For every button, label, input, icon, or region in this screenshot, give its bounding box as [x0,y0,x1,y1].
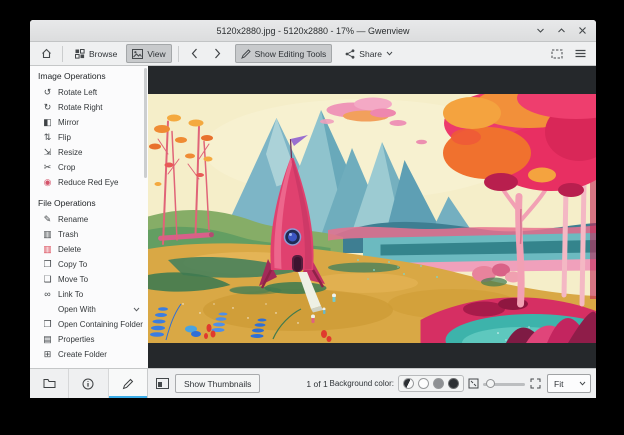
page-indicator: 1 of 1 [306,378,328,389]
image-view-canvas[interactable] [148,66,596,368]
file-operations-title: File Operations [38,198,96,208]
zoom-actual-size-button[interactable] [528,374,542,393]
sidebar-item-copy-to[interactable]: ❐ Copy To [30,257,148,272]
file-operations-list-top: ✎ Rename ▥ Trash ▥ Delete ❐ Copy To ❏ Mo… [30,212,148,302]
tab-operations[interactable] [108,369,147,398]
copy-icon: ❐ [43,259,52,269]
status-controls: Show Thumbnails 1 of 1 Background color: [148,369,596,398]
red-eye-icon: ◉ [43,177,52,187]
sidebar-item-delete[interactable]: ▥ Delete [30,242,148,257]
sidebar-item-flip[interactable]: ⇅ Flip [30,130,148,145]
swatch-white-button[interactable] [418,378,429,389]
home-button[interactable] [36,44,56,63]
info-icon [82,378,94,389]
window-title: 5120x2880.jpg - 5120x2880 - 17% — Gwenvi… [216,25,410,36]
file-operations-list-bottom: ❒ Open Containing Folder ▤ Properties ⊞ … [30,317,148,362]
zoom-mode-dropdown[interactable]: Fit [547,374,591,393]
sidebar-item-rotate-right[interactable]: ↻ Rotate Right [30,100,148,115]
zoom-slider-handle[interactable] [486,379,495,388]
sidebar-scrollbar[interactable] [144,68,147,178]
browse-grid-icon [75,48,85,59]
zoom-actual-icon [530,378,540,389]
background-color-swatches [398,375,464,392]
tab-information[interactable] [69,369,109,398]
thumbnail-bar-icon [155,378,169,389]
chevron-down-icon [579,381,586,386]
sidebar-item-reduce-red-eye[interactable]: ◉ Reduce Red Eye [30,175,148,190]
properties-icon: ▤ [43,334,52,344]
folder-open-icon: ❒ [43,319,52,329]
show-thumbnails-button[interactable]: Show Thumbnails [175,374,261,393]
rotate-left-icon: ↺ [43,87,52,97]
sidebar-item-mirror[interactable]: ◧ Mirror [30,115,148,130]
swatch-auto-button[interactable] [403,378,414,389]
sidebar-item-open-containing-folder[interactable]: ❒ Open Containing Folder [30,317,148,332]
zoom-fit-button[interactable] [466,374,480,393]
rename-icon: ✎ [43,214,52,224]
trash-icon: ▥ [43,229,52,239]
forward-button[interactable] [208,44,228,63]
swatch-gray-button[interactable] [433,378,444,389]
resize-icon: ⇲ [43,147,52,157]
pencil-icon [240,48,251,59]
swatch-black-button[interactable] [448,378,459,389]
statusbar: Show Thumbnails 1 of 1 Background color: [30,368,596,398]
close-icon[interactable] [577,25,588,36]
mirror-icon: ◧ [43,117,52,127]
tab-folders[interactable] [30,369,70,398]
toolbar-separator [177,45,179,62]
rocket-illustration [148,94,596,343]
show-editing-tools-button[interactable]: Show Editing Tools [234,44,333,63]
delete-icon: ▥ [43,244,52,254]
folder-icon [43,379,56,388]
image-operations-title: Image Operations [38,71,106,81]
minimize-icon[interactable] [535,25,546,36]
sidebar-tabs [30,369,148,398]
folder-new-icon: ⊞ [43,349,52,359]
share-button[interactable]: Share [339,44,399,63]
zoom-fit-icon [468,378,478,389]
image-operations-list: ↺ Rotate Left ↻ Rotate Right ◧ Mirror ⇅ … [30,85,148,190]
link-icon: ∞ [44,289,51,299]
operations-sidebar: Image Operations ↺ Rotate Left ↻ Rotate … [30,66,148,368]
sidebar-item-create-folder[interactable]: ⊞ Create Folder [30,347,148,362]
share-icon [345,48,355,59]
zoom-slider[interactable] [483,374,525,393]
titlebar[interactable]: 5120x2880.jpg - 5120x2880 - 17% — Gwenvi… [30,20,596,42]
gwenview-window: 5120x2880.jpg - 5120x2880 - 17% — Gwenvi… [30,20,596,398]
view-image-icon [132,48,144,59]
chevron-down-icon [386,51,393,56]
pencil-icon [122,378,134,389]
main-toolbar: Browse View Show Editing Tools Share [30,42,596,66]
move-icon: ❏ [43,274,52,284]
sidebar-item-rotate-left[interactable]: ↺ Rotate Left [30,85,148,100]
sidebar-item-resize[interactable]: ⇲ Resize [30,145,148,160]
sidebar-item-open-with[interactable]: Open With [30,302,148,317]
rotate-right-icon: ↻ [43,102,52,112]
browse-button[interactable]: Browse [69,44,123,63]
toolbar-separator [62,45,63,62]
background-color-label: Background color: [329,379,394,388]
sidebar-item-crop[interactable]: ✂ Crop [30,160,148,175]
sidebar-item-link-to[interactable]: ∞ Link To [30,287,148,302]
sidebar-item-rename[interactable]: ✎ Rename [30,212,148,227]
maximize-icon[interactable] [556,25,567,36]
chevron-down-icon [133,307,140,312]
fullscreen-button[interactable] [547,44,567,63]
back-button[interactable] [185,44,205,63]
sidebar-item-properties[interactable]: ▤ Properties [30,332,148,347]
sidebar-item-trash[interactable]: ▥ Trash [30,227,148,242]
view-button[interactable]: View [126,44,172,63]
thumbnail-bar-toggle-button[interactable] [153,374,171,393]
crop-icon: ✂ [43,162,52,172]
sidebar-item-move-to[interactable]: ❏ Move To [30,272,148,287]
flip-icon: ⇅ [43,132,52,142]
hamburger-menu-button[interactable] [570,44,590,63]
